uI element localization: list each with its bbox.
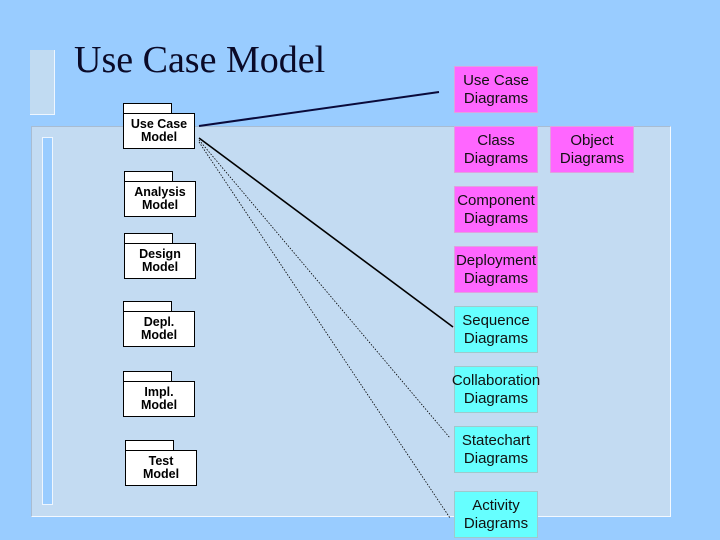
package-design-model: Design Model xyxy=(124,233,196,279)
diagram-deployment: Deployment Diagrams xyxy=(454,246,538,293)
package-use-case-model: Use Case Model xyxy=(123,103,195,149)
diagram-activity: Activity Diagrams xyxy=(454,491,538,538)
connector-sequence-diagrams xyxy=(198,137,454,328)
connector-use-case-diagrams xyxy=(198,91,440,127)
package-test-model: Test Model xyxy=(125,440,197,486)
package-body: Depl. Model xyxy=(123,311,195,347)
package-body: Analysis Model xyxy=(124,181,196,217)
diagram-collaboration: Collaboration Diagrams xyxy=(452,366,540,413)
diagram-use-case: Use Case Diagrams xyxy=(454,66,538,113)
connector-statechart-diagrams xyxy=(198,139,451,439)
diagram-sequence: Sequence Diagrams xyxy=(454,306,538,353)
package-body: Impl. Model xyxy=(123,381,195,417)
diagram-statechart: Statechart Diagrams xyxy=(454,426,538,473)
package-body: Design Model xyxy=(124,243,196,279)
connector-activity-diagrams xyxy=(198,141,451,519)
package-analysis-model: Analysis Model xyxy=(124,171,196,217)
diagram-class: Class Diagrams xyxy=(454,126,538,173)
connector-lines xyxy=(198,91,454,519)
diagram-component: Component Diagrams xyxy=(454,186,538,233)
package-impl-model: Impl. Model xyxy=(123,371,195,417)
package-body: Use Case Model xyxy=(123,113,195,149)
diagram-object: Object Diagrams xyxy=(550,126,634,173)
package-depl-model: Depl. Model xyxy=(123,301,195,347)
package-body: Test Model xyxy=(125,450,197,486)
